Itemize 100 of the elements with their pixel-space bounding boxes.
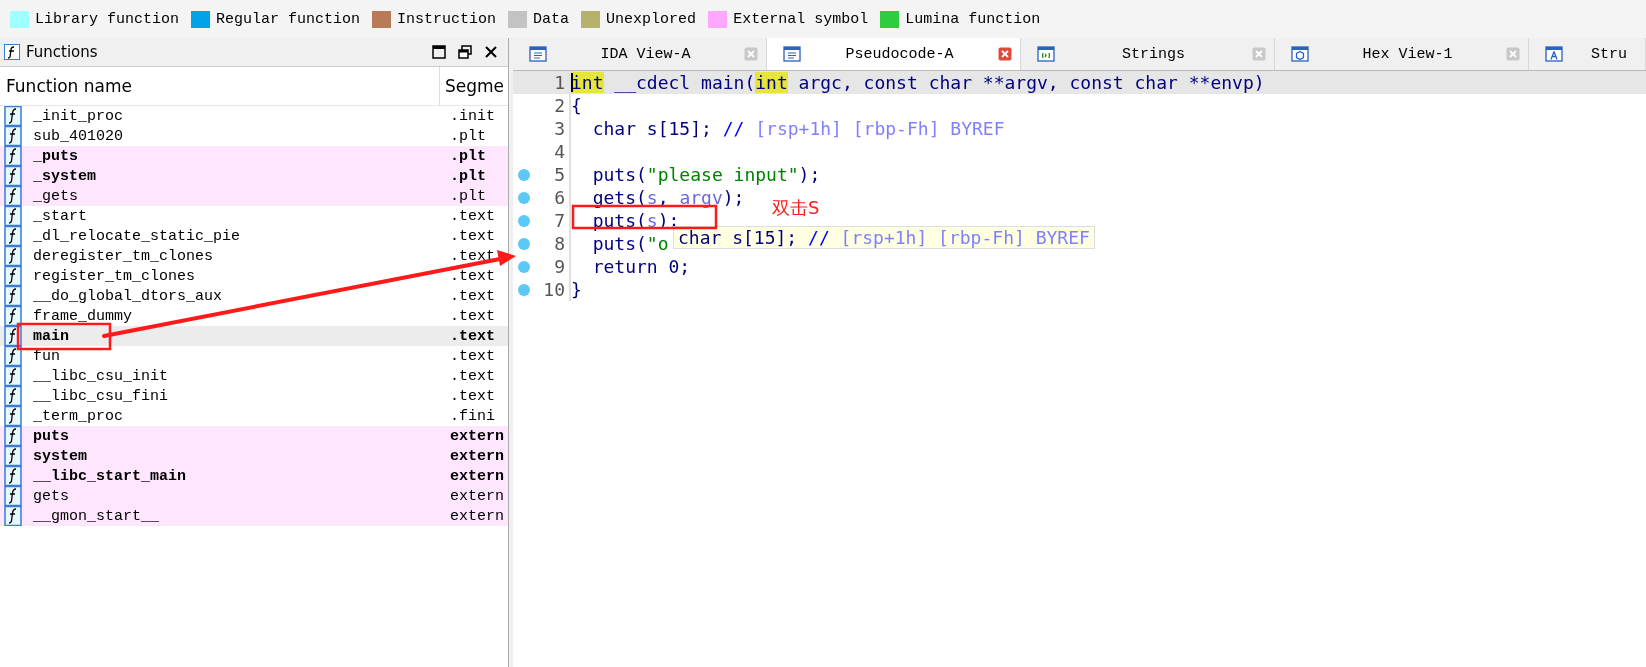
code-line: { [569,94,582,117]
function-name: register_tm_clones [33,267,196,285]
function-icon [4,346,22,366]
function-icon [4,246,22,266]
function-row[interactable]: register_tm_clones .text [0,266,508,286]
function-name: sub_401020 [33,127,123,145]
function-name: _system [33,167,96,185]
function-icon [4,486,22,506]
function-name: deregister_tm_clones [33,247,214,265]
function-name: _term_proc [33,407,123,425]
restore-icon[interactable] [458,45,472,59]
segment-name: .text [450,307,496,325]
function-icon [4,186,22,206]
breakpoint-dot[interactable] [518,283,530,296]
segment-name: .text [450,267,496,285]
function-icon [4,206,22,226]
structure-icon [1545,46,1563,62]
column-header[interactable]: Function name [0,67,440,105]
line-number: 2 [553,95,566,116]
function-row[interactable]: __libc_csu_fini .text [0,386,508,406]
code-line: char s[15]; // [rsp+1h] [rbp-Fh] BYREF [569,117,1005,140]
function-icon [4,426,22,446]
function-row[interactable]: _dl_relocate_static_pie .text [0,226,508,246]
function-name: frame_dummy [33,307,133,325]
function-name: __libc_csu_init [33,367,169,385]
line-number: 10 [542,279,566,300]
code-line: puts("o [569,232,669,255]
function-icon [4,266,22,286]
function-row[interactable]: main .text [0,326,508,346]
function-row[interactable]: _start .text [0,206,508,226]
close-icon[interactable] [484,45,498,59]
segment-name: .text [450,247,496,265]
legend-label: External symbol [733,10,869,28]
breakpoint-dot[interactable] [518,237,530,250]
segment-name: extern [450,507,505,525]
segment-name: extern [450,447,505,465]
function-icon [4,286,22,306]
legend-label: Data [533,10,570,28]
segment-name: .text [450,387,496,405]
function-name: _puts [33,147,78,165]
breakpoint-dot[interactable] [518,214,530,227]
segment-name: extern [450,427,505,445]
tab[interactable]: IDA View-A [513,38,767,70]
function-name: __libc_start_main [33,467,187,485]
segment-name: extern [450,467,505,485]
function-icon [4,446,22,466]
function-icon [4,126,22,146]
function-row[interactable]: __gmon_start__ extern [0,506,508,526]
segment-name: .plt [450,187,487,205]
tab[interactable]: Hex View-1 [1275,38,1529,70]
legend-label: Unexplored [606,10,697,28]
function-name: _start [33,207,87,225]
function-row[interactable]: __do_global_dtors_aux .text [0,286,508,306]
function-row[interactable]: fun .text [0,346,508,366]
segment-name: .plt [450,147,487,165]
function-row[interactable]: gets extern [0,486,508,506]
quote-icon [1037,46,1055,62]
function-name: _dl_relocate_static_pie [33,227,241,245]
panel-title: Functions [26,43,98,61]
function-row[interactable]: system extern [0,446,508,466]
segment-name: .text [450,347,496,365]
line-number: 1 [553,72,566,93]
function-icon [4,146,22,166]
function-row[interactable]: deregister_tm_clones .text [0,246,508,266]
function-name: __gmon_start__ [33,507,160,525]
function-name: puts [33,427,69,445]
function-name: __libc_csu_fini [33,387,169,405]
tab[interactable]: Pseudocode-A [767,38,1021,70]
function-icon [4,106,22,126]
line-number: 9 [553,256,566,277]
code-line: } [569,278,582,301]
line-number: 7 [553,210,566,231]
breakpoint-dot[interactable] [518,260,530,273]
tab[interactable]: Strings [1021,38,1275,70]
function-row[interactable]: __libc_start_main extern [0,466,508,486]
function-row[interactable]: _init_proc .init [0,106,508,126]
segment-name: .text [450,227,496,245]
tab[interactable]: Stru [1529,38,1646,70]
column-header[interactable]: Segme [440,76,505,96]
maximize-icon[interactable] [432,45,446,59]
function-row[interactable]: __libc_csu_init .text [0,366,508,386]
function-name: main [33,327,69,345]
line-number: 4 [553,141,566,162]
function-icon [4,306,22,326]
function-row[interactable]: _gets .plt [0,186,508,206]
segment-name: .fini [450,407,496,425]
function-icon [4,166,22,186]
function-name: _init_proc [33,107,123,125]
document-icon [783,46,801,62]
function-row[interactable]: _system .plt [0,166,508,186]
breakpoint-dot[interactable] [518,168,530,181]
function-row[interactable]: _puts .plt [0,146,508,166]
line-number: 5 [553,164,566,185]
breakpoint-dot[interactable] [518,191,530,204]
function-row[interactable]: frame_dummy .text [0,306,508,326]
function-row[interactable]: _term_proc .fini [0,406,508,426]
function-row[interactable]: puts extern [0,426,508,446]
segment-name: .plt [450,127,487,145]
function-row[interactable]: sub_401020 .plt [0,126,508,146]
code-line: int __cdecl main(int argc, const char **argv, const char **envp) [569,71,1265,94]
